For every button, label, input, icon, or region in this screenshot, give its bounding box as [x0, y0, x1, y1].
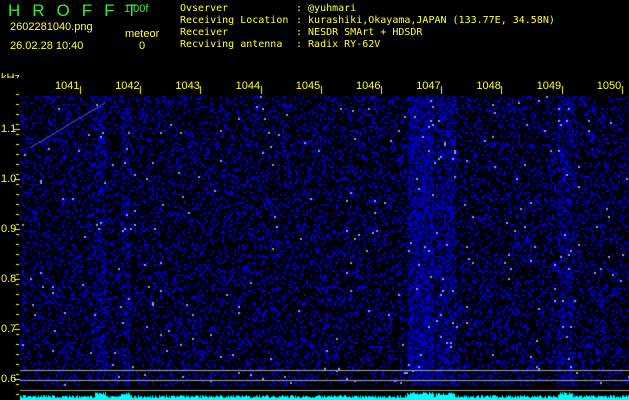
y-tick-label: 1.0	[1, 173, 17, 185]
info-value: : Radix RY-62V	[296, 39, 381, 50]
filename: 2602281040.png	[10, 21, 93, 33]
x-tick-label: 1043	[175, 80, 200, 92]
x-tick-label: 1050	[596, 80, 622, 92]
y-tick-label: 0.6	[1, 373, 17, 385]
info-label: Recviving antenna	[180, 39, 283, 50]
y-tick-label: 0.8	[1, 273, 17, 285]
x-tick-label: 1045	[295, 80, 321, 92]
x-tick-label: 1042	[115, 80, 140, 92]
y-tick-label: 0.9	[1, 223, 17, 235]
meteor-count: 0	[139, 40, 146, 52]
info-label: Ovserver	[180, 3, 229, 14]
spectrogram-heatmap	[0, 78, 629, 400]
info-value: : @yuhmari	[296, 3, 357, 14]
meteor-label: meteor	[125, 28, 160, 40]
y-tick-label: 0.7	[1, 323, 17, 335]
version: 1.00f	[124, 3, 149, 15]
x-tick-label: 1041	[55, 80, 80, 92]
y-tick-label: 1.1	[1, 123, 17, 135]
info-label: Receiver	[180, 27, 229, 38]
x-tick-label: 1047	[416, 80, 441, 92]
x-tick-label: 1049	[536, 80, 562, 92]
info-value: : NESDR SMArt + HDSDR	[296, 27, 423, 38]
datetime: 26.02.28 10:40	[10, 40, 84, 52]
info-value: : kurashiki,Okayama,JAPAN (133.77E, 34.5…	[296, 15, 555, 26]
x-tick-label: 1048	[476, 80, 501, 92]
x-tick-label: 1044	[235, 80, 261, 92]
x-tick-label: 1046	[356, 80, 381, 92]
info-label: Receiving Location	[180, 15, 289, 26]
